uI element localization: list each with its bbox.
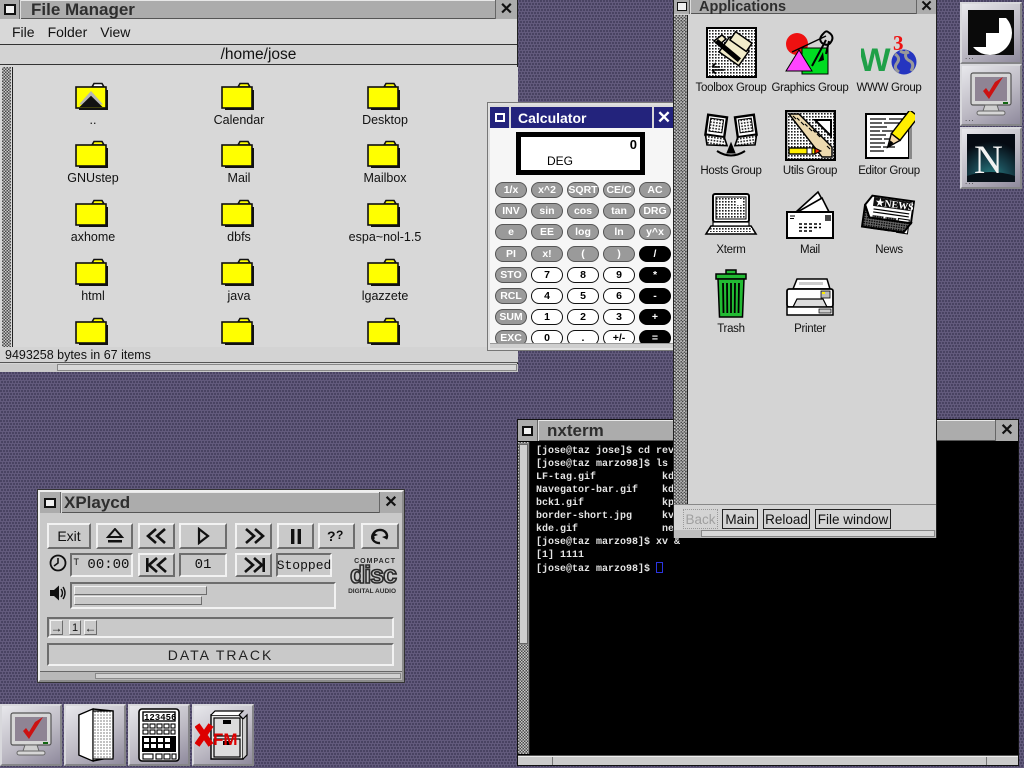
svg-text:N: N — [974, 137, 1003, 182]
svg-text:?: ? — [336, 528, 343, 542]
svg-text:W: W — [861, 42, 891, 78]
svg-text:123456: 123456 — [144, 713, 176, 723]
svg-text:FM: FM — [213, 730, 238, 749]
svg-text:?: ? — [327, 528, 336, 544]
